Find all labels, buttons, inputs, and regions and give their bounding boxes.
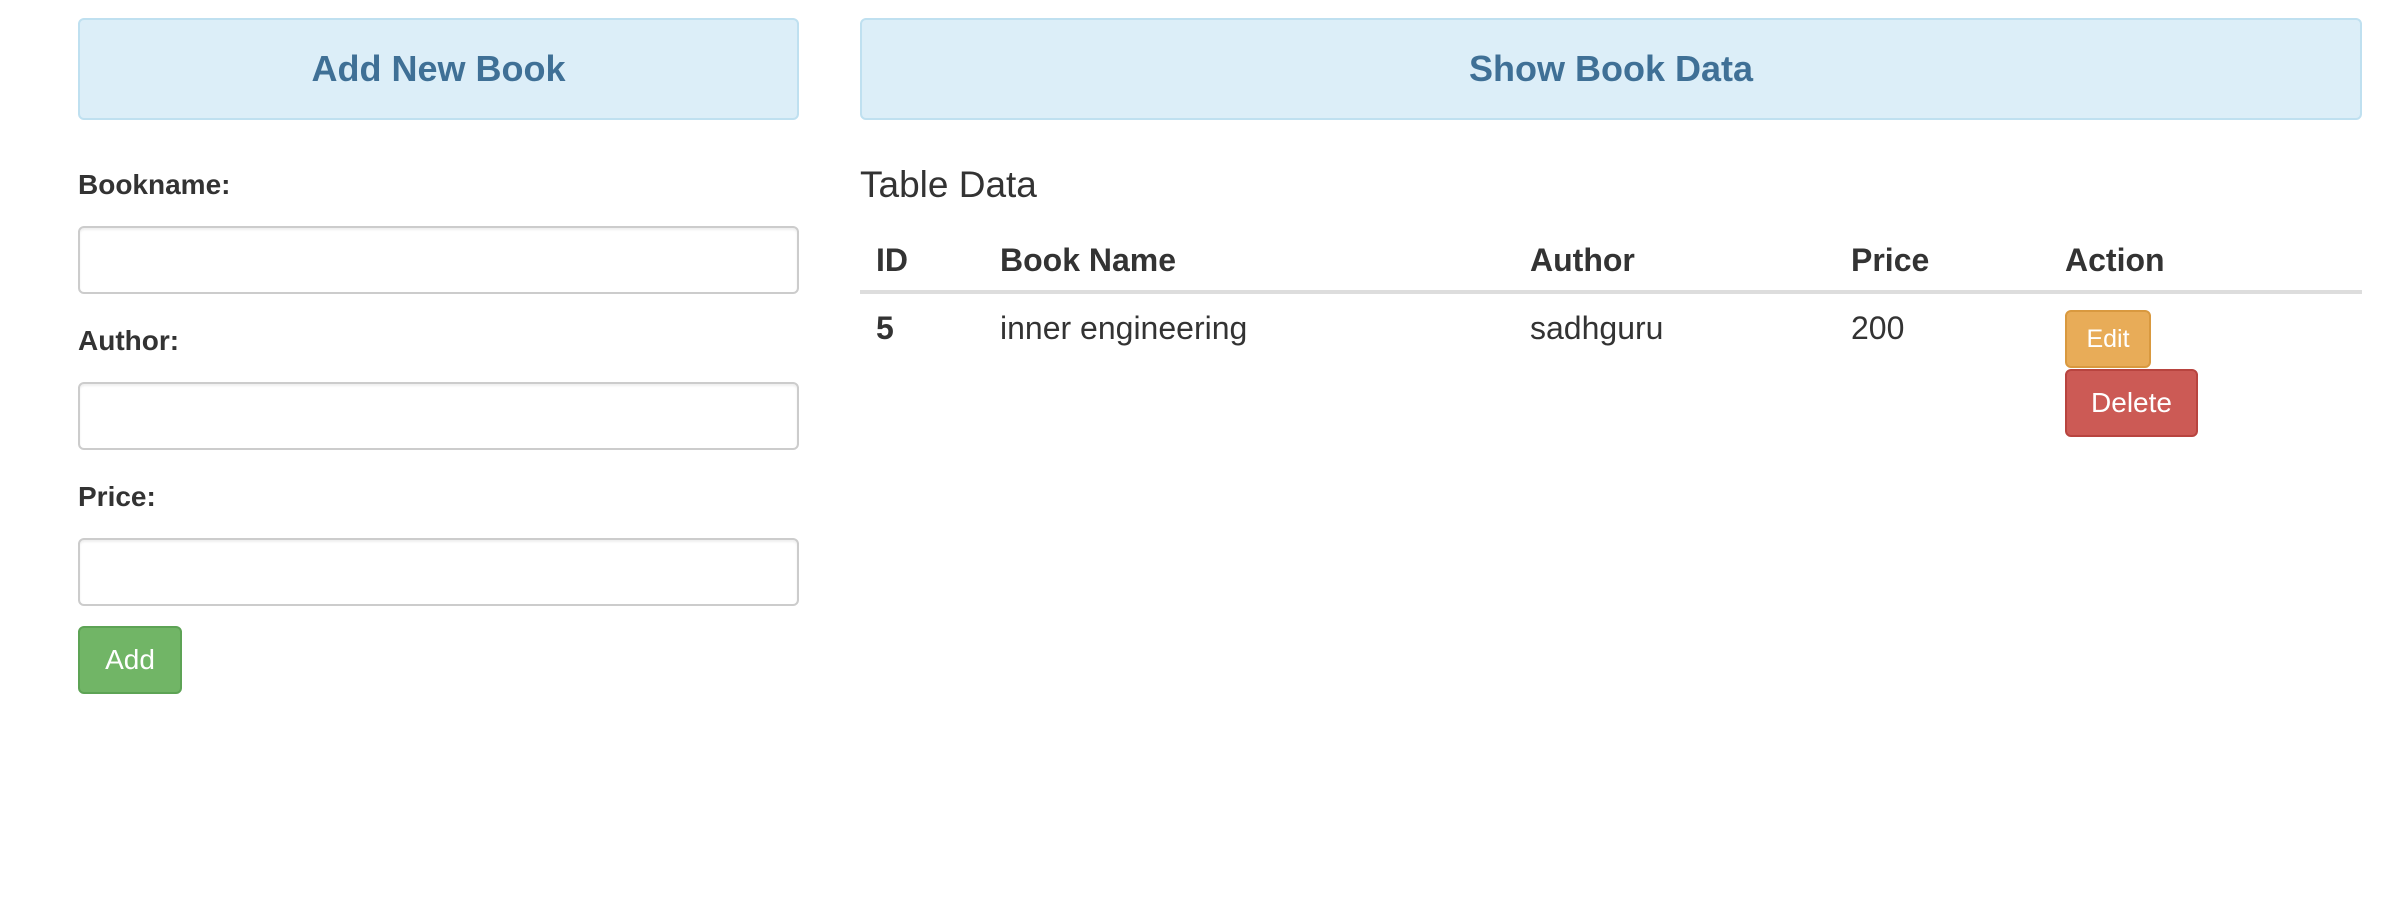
- cell-book-name: inner engineering: [1000, 310, 1248, 346]
- show-book-panel: Show Book Data Table Data ID Book Name A…: [860, 18, 2362, 453]
- author-input[interactable]: [78, 382, 799, 450]
- delete-button[interactable]: Delete: [2065, 369, 2198, 437]
- column-header-author: Author: [1514, 230, 1835, 294]
- table-row: 5 inner engineering sadhguru 200 Edit De…: [860, 292, 2362, 453]
- table-header-row: ID Book Name Author Price Action: [860, 230, 2362, 294]
- add-book-panel: Add New Book Bookname: Author: Price: Ad…: [78, 18, 799, 694]
- price-label: Price:: [78, 481, 156, 512]
- bookname-label: Bookname:: [78, 169, 231, 200]
- cell-id: 5: [876, 310, 894, 346]
- column-header-price: Price: [1835, 230, 2049, 294]
- add-button[interactable]: Add: [78, 626, 182, 694]
- show-book-heading: Show Book Data: [860, 18, 2362, 120]
- column-header-id: ID: [860, 230, 984, 294]
- bookname-input[interactable]: [78, 226, 799, 294]
- cell-author: sadhguru: [1530, 310, 1664, 346]
- author-label: Author:: [78, 325, 180, 356]
- column-header-book-name: Book Name: [984, 230, 1514, 294]
- table-title: Table Data: [860, 164, 1037, 205]
- edit-button[interactable]: Edit: [2065, 310, 2151, 368]
- add-book-heading: Add New Book: [78, 18, 799, 120]
- book-table: ID Book Name Author Price Action 5 inner…: [860, 230, 2362, 453]
- column-header-action: Action: [2049, 230, 2362, 294]
- cell-price: 200: [1851, 310, 1905, 346]
- price-input[interactable]: [78, 538, 799, 606]
- add-book-form: Bookname: Author: Price: Add: [78, 162, 799, 694]
- cell-action: Edit Delete: [2049, 292, 2362, 453]
